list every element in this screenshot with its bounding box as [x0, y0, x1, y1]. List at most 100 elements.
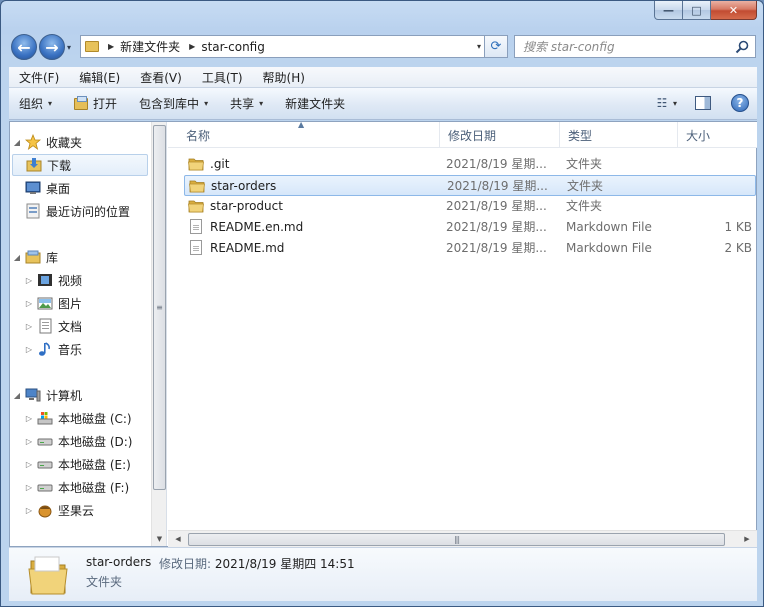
collapsed-icon[interactable]: ▷ [24, 299, 34, 308]
column-name[interactable]: 名称 [178, 122, 440, 148]
search-icon[interactable] [735, 40, 749, 54]
breadcrumb-separator[interactable]: ▶ [189, 42, 195, 51]
tree-label: 本地磁盘 (C:) [58, 411, 132, 426]
tree-label: 最近访问的位置 [46, 204, 131, 219]
expander-icon[interactable]: ◢ [12, 253, 22, 262]
folder-icon [188, 158, 204, 170]
tree-item-downloads[interactable]: 下载 [12, 154, 148, 176]
selected-item-name: star-orders [86, 555, 152, 569]
share-button[interactable]: 共享 ▾ [230, 95, 263, 112]
expander-icon[interactable]: ◢ [12, 138, 22, 147]
folder-icon [189, 180, 205, 192]
include-in-library-button[interactable]: 包含到库中 ▾ [139, 95, 208, 112]
menu-file[interactable]: 文件(F) [9, 69, 69, 86]
scroll-left-arrow[interactable]: ◀ [170, 531, 186, 547]
file-row[interactable]: star-product 2021/8/19 星期... 文件夹 [184, 196, 756, 217]
menu-bar: 文件(F) 编辑(E) 查看(V) 工具(T) 帮助(H) [9, 67, 757, 88]
scroll-down-arrow[interactable]: ▼ [152, 531, 167, 546]
tree-item-drive-d[interactable]: ▷ 本地磁盘 (D:) [24, 430, 133, 452]
collapsed-icon[interactable]: ▷ [24, 460, 34, 469]
file-row[interactable]: star-orders 2021/8/19 星期... 文件夹 [184, 175, 756, 196]
tree-item-videos[interactable]: ▷ 视频 [24, 269, 82, 291]
change-view-icon[interactable]: ☷ [651, 94, 673, 112]
new-folder-button[interactable]: 新建文件夹 [285, 95, 345, 112]
collapsed-icon[interactable]: ▷ [24, 506, 34, 515]
column-label: 修改日期 [448, 128, 497, 143]
preview-pane-icon[interactable] [695, 96, 711, 110]
command-bar: 组织 ▾ 打开 包含到库中 ▾ 共享 ▾ 新建文件夹 ☷ ▾ ? [9, 88, 757, 120]
address-bar[interactable]: ▶ 新建文件夹 ▶ star-config ▾ [80, 35, 506, 58]
tree-label: 本地磁盘 (E:) [58, 457, 131, 472]
tree-item-pictures[interactable]: ▷ 图片 [24, 292, 82, 314]
tree-item-recent-places[interactable]: 最近访问的位置 [12, 200, 130, 222]
tree-item-drive-f[interactable]: ▷ 本地磁盘 (F:) [24, 476, 129, 498]
menu-tools[interactable]: 工具(T) [192, 69, 253, 86]
menu-edit[interactable]: 编辑(E) [69, 69, 130, 86]
file-name-cell: star-orders [189, 176, 439, 195]
navigation-row: ← → ▾ ▶ 新建文件夹 ▶ star-config ▾ ⟳ [1, 31, 763, 63]
open-button[interactable]: 打开 [74, 95, 117, 112]
column-label: 名称 [186, 128, 211, 143]
file-row[interactable]: README.md 2021/8/19 星期... Markdown File 2 K… [184, 238, 756, 259]
tree-favorites[interactable]: ◢ 收藏夹 [12, 131, 82, 153]
share-dropdown-icon: ▾ [259, 99, 264, 108]
hard-drive-icon [37, 484, 53, 492]
file-row[interactable]: .git 2021/8/19 星期... 文件夹 [184, 154, 756, 175]
refresh-button[interactable]: ⟳ [484, 35, 508, 58]
view-options-dropdown[interactable]: ▾ [673, 99, 677, 108]
search-input[interactable] [515, 36, 725, 57]
menu-view[interactable]: 查看(V) [130, 69, 192, 86]
pictures-icon [37, 297, 53, 310]
column-date-modified[interactable]: 修改日期 [440, 122, 560, 148]
file-size [684, 154, 754, 173]
collapsed-icon[interactable]: ▷ [24, 483, 34, 492]
address-history-dropdown[interactable]: ▾ [477, 42, 481, 51]
column-header: ▲ 名称 修改日期 类型 大小 [168, 120, 757, 148]
hard-drive-icon [37, 438, 53, 446]
recent-pages-dropdown[interactable]: ▾ [67, 43, 71, 52]
collapsed-icon[interactable]: ▷ [24, 345, 34, 354]
tree-libraries[interactable]: ◢ 库 [12, 246, 58, 268]
navigation-scrollbar[interactable]: ▲ ≡ ▼ [151, 122, 166, 546]
file-name-cell: .git [188, 154, 438, 173]
scroll-thumb[interactable]: ||| [188, 533, 725, 546]
file-row[interactable]: README.en.md 2021/8/19 星期... Markdown File… [184, 217, 756, 238]
help-icon[interactable]: ? [731, 94, 749, 112]
menu-help[interactable]: 帮助(H) [253, 69, 315, 86]
column-size[interactable]: 大小 [678, 122, 757, 148]
tree-item-desktop[interactable]: 桌面 [12, 177, 70, 199]
search-box[interactable] [514, 35, 756, 58]
refresh-icon: ⟳ [490, 39, 502, 54]
file-type: Markdown File [566, 240, 652, 255]
scroll-thumb[interactable]: ≡ [153, 125, 166, 490]
organize-button[interactable]: 组织 ▾ [19, 95, 52, 112]
expander-icon[interactable]: ◢ [12, 391, 22, 400]
breadcrumb-segment-parent[interactable]: 新建文件夹 [120, 38, 180, 55]
back-button[interactable]: ← [11, 34, 37, 60]
breadcrumb-segment-current[interactable]: star-config [201, 40, 265, 54]
tree-item-music[interactable]: ▷ 音乐 [24, 338, 82, 360]
collapsed-icon[interactable]: ▷ [24, 322, 34, 331]
file-size [685, 176, 755, 195]
tree-item-drive-e[interactable]: ▷ 本地磁盘 (E:) [24, 453, 131, 475]
collapsed-icon[interactable]: ▷ [24, 414, 34, 423]
minimize-icon: — [663, 3, 674, 17]
breadcrumb-separator[interactable]: ▶ [108, 42, 114, 51]
tree-label: 文档 [58, 319, 83, 334]
maximize-button[interactable]: □ [683, 1, 711, 20]
tree-computer[interactable]: ◢ 计算机 [12, 384, 82, 406]
star-icon [25, 134, 41, 150]
collapsed-icon[interactable]: ▷ [24, 276, 34, 285]
horizontal-scrollbar[interactable]: ◀ ||| ▶ [168, 530, 757, 547]
file-size: 1 KB [724, 219, 752, 234]
tree-label: 本地磁盘 (F:) [58, 480, 130, 495]
tree-item-documents[interactable]: ▷ 文档 [24, 315, 82, 337]
tree-item-jianguoyun[interactable]: ▷ 坚果云 [24, 499, 94, 521]
minimize-button[interactable]: — [654, 1, 683, 20]
scroll-right-arrow[interactable]: ▶ [739, 531, 755, 547]
close-button[interactable]: ✕ [711, 1, 757, 20]
forward-button[interactable]: → [39, 34, 65, 60]
tree-item-drive-c[interactable]: ▷ 本地磁盘 (C:) [24, 407, 132, 429]
collapsed-icon[interactable]: ▷ [24, 437, 34, 446]
column-type[interactable]: 类型 [560, 122, 678, 148]
